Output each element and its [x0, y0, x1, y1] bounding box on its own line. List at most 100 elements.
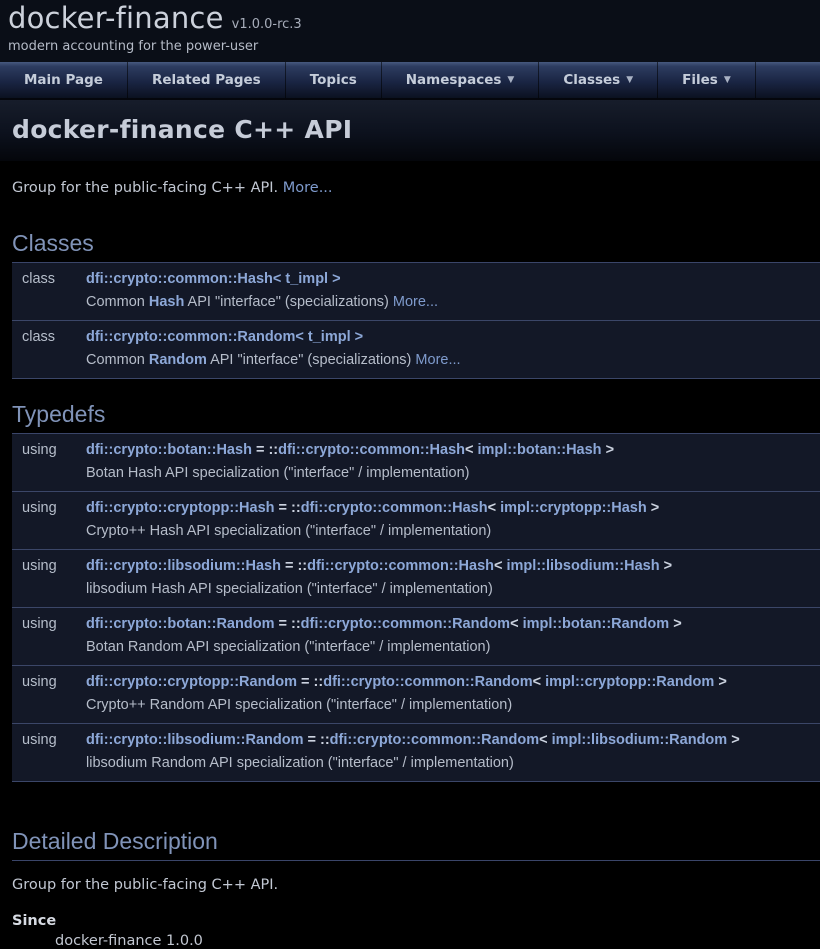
member-cell: dfi::crypto::common::Random< t_impl >Com…: [86, 326, 820, 371]
intro-text: Group for the public-facing C++ API.: [12, 180, 283, 196]
more-link[interactable]: More...: [393, 294, 438, 310]
project-version: v1.0.0-rc.3: [232, 17, 302, 32]
typedef-target-link[interactable]: dfi::crypto::common::Random: [301, 616, 510, 632]
detailed-description-heading: Detailed Description: [12, 828, 820, 861]
classes-table: classdfi::crypto::common::Hash< t_impl >…: [12, 263, 820, 379]
typedef-target-link[interactable]: dfi::crypto::common::Hash: [307, 558, 494, 574]
member-cell: dfi::crypto::libsodium::Hash = ::dfi::cr…: [86, 555, 820, 600]
typedef-target-link[interactable]: dfi::crypto::common::Hash: [301, 500, 488, 516]
member-cell: dfi::crypto::botan::Random = ::dfi::cryp…: [86, 613, 820, 658]
since-label: Since: [12, 913, 820, 929]
equals-scope-text: = ::: [297, 674, 323, 690]
member-description: libsodium Hash API specialization ("inte…: [86, 577, 820, 600]
template-open-text: <: [510, 616, 523, 632]
typedef-target-link[interactable]: dfi::crypto::common::Hash: [278, 442, 465, 458]
member-keyword: using: [12, 497, 86, 542]
class-link[interactable]: dfi::crypto::common::Random< t_impl >: [86, 329, 363, 345]
typedef-name-link[interactable]: dfi::crypto::libsodium::Random: [86, 732, 303, 748]
template-close-text: >: [669, 616, 682, 632]
since-value: docker-finance 1.0.0: [55, 933, 820, 949]
template-open-text: <: [465, 442, 478, 458]
typedef-target-link[interactable]: dfi::crypto::common::Random: [330, 732, 539, 748]
masthead: docker-finance v1.0.0-rc.3 modern account…: [0, 0, 820, 62]
nav-tab[interactable]: Files▼: [658, 62, 756, 98]
desc-text: Common: [86, 294, 149, 310]
member-keyword: using: [12, 613, 86, 658]
typedef-row: usingdfi::crypto::botan::Random = ::dfi:…: [12, 608, 820, 666]
template-close-text: >: [727, 732, 740, 748]
typedef-row: usingdfi::crypto::libsodium::Random = ::…: [12, 724, 820, 782]
typedef-name-link[interactable]: dfi::crypto::libsodium::Hash: [86, 558, 281, 574]
template-open-text: <: [533, 674, 546, 690]
template-open-text: <: [494, 558, 507, 574]
member-declaration: dfi::crypto::cryptopp::Random = ::dfi::c…: [86, 671, 820, 693]
member-keyword: using: [12, 671, 86, 716]
member-declaration: dfi::crypto::libsodium::Random = ::dfi::…: [86, 729, 820, 751]
template-open-text: <: [488, 500, 501, 516]
nav-tab-label: Topics: [310, 72, 357, 88]
typedef-name-link[interactable]: dfi::crypto::cryptopp::Random: [86, 674, 297, 690]
equals-scope-text: = ::: [281, 558, 307, 574]
since-block: Since docker-finance 1.0.0: [12, 913, 820, 949]
member-description: Botan Random API specialization ("interf…: [86, 635, 820, 658]
class-link[interactable]: dfi::crypto::common::Hash< t_impl >: [86, 271, 341, 287]
typedef-row: usingdfi::crypto::cryptopp::Hash = ::dfi…: [12, 492, 820, 550]
template-open-text: <: [539, 732, 552, 748]
class-desc-link[interactable]: Random: [149, 352, 207, 368]
nav-tab[interactable]: Main Page: [0, 62, 128, 98]
typedef-impl-link[interactable]: impl::cryptopp::Hash: [500, 500, 647, 516]
member-keyword: class: [12, 326, 86, 371]
typedef-name-link[interactable]: dfi::crypto::botan::Hash: [86, 442, 252, 458]
contents: Group for the public-facing C++ API. Mor…: [12, 180, 820, 949]
typedef-target-link[interactable]: dfi::crypto::common::Random: [323, 674, 532, 690]
member-cell: dfi::crypto::libsodium::Random = ::dfi::…: [86, 729, 820, 774]
nav-tab[interactable]: Topics: [286, 62, 382, 98]
typedef-impl-link[interactable]: impl::botan::Hash: [478, 442, 602, 458]
nav-tab[interactable]: Namespaces ▼: [382, 62, 540, 98]
member-description: Botan Hash API specialization ("interfac…: [86, 461, 820, 484]
member-description: Crypto++ Hash API specialization ("inter…: [86, 519, 820, 542]
member-keyword: using: [12, 729, 86, 774]
typedef-impl-link[interactable]: impl::libsodium::Random: [552, 732, 728, 748]
typedef-impl-link[interactable]: impl::cryptopp::Random: [545, 674, 714, 690]
member-keyword: using: [12, 439, 86, 484]
typedef-row: usingdfi::crypto::cryptopp::Random = ::d…: [12, 666, 820, 724]
member-description: Common Random API "interface" (specializ…: [86, 348, 820, 371]
detailed-paragraph: Group for the public-facing C++ API.: [12, 877, 820, 893]
project-name: docker-finance: [8, 1, 224, 35]
member-declaration: dfi::crypto::botan::Random = ::dfi::cryp…: [86, 613, 820, 635]
member-cell: dfi::crypto::common::Hash< t_impl >Commo…: [86, 268, 820, 313]
member-description: Crypto++ Random API specialization ("int…: [86, 693, 820, 716]
project-brief: modern accounting for the power-user: [8, 39, 812, 54]
nav-tab-label: Namespaces: [406, 72, 502, 88]
more-link[interactable]: More...: [415, 352, 460, 368]
typedef-name-link[interactable]: dfi::crypto::botan::Random: [86, 616, 274, 632]
nav-tab-label: Classes: [563, 72, 620, 88]
equals-scope-text: = ::: [252, 442, 278, 458]
template-close-text: >: [714, 674, 727, 690]
project-title-line: docker-finance v1.0.0-rc.3: [8, 2, 812, 35]
desc-text: Common: [86, 352, 149, 368]
typedef-row: usingdfi::crypto::botan::Hash = ::dfi::c…: [12, 434, 820, 492]
typedef-impl-link[interactable]: impl::botan::Random: [523, 616, 670, 632]
member-cell: dfi::crypto::cryptopp::Hash = ::dfi::cry…: [86, 497, 820, 542]
member-declaration: dfi::crypto::botan::Hash = ::dfi::crypto…: [86, 439, 820, 461]
page-header: docker-finance C++ API: [0, 100, 820, 161]
nav-tab-label: Main Page: [24, 72, 103, 88]
member-cell: dfi::crypto::cryptopp::Random = ::dfi::c…: [86, 671, 820, 716]
equals-scope-text: = ::: [303, 732, 329, 748]
chevron-down-icon: ▼: [507, 75, 514, 85]
class-desc-link[interactable]: Hash: [149, 294, 184, 310]
member-declaration: dfi::crypto::common::Hash< t_impl >: [86, 268, 820, 290]
desc-text: API "interface" (specializations): [207, 352, 416, 368]
equals-scope-text: = ::: [275, 500, 301, 516]
member-keyword: class: [12, 268, 86, 313]
intro-paragraph: Group for the public-facing C++ API. Mor…: [12, 180, 820, 196]
nav-tab[interactable]: Classes▼: [539, 62, 658, 98]
nav-tab[interactable]: Related Pages: [128, 62, 286, 98]
nav-tab-label: Files: [682, 72, 718, 88]
typedef-impl-link[interactable]: impl::libsodium::Hash: [507, 558, 660, 574]
typedef-name-link[interactable]: dfi::crypto::cryptopp::Hash: [86, 500, 275, 516]
more-link[interactable]: More...: [283, 180, 333, 196]
typedefs-heading: Typedefs: [12, 401, 820, 434]
